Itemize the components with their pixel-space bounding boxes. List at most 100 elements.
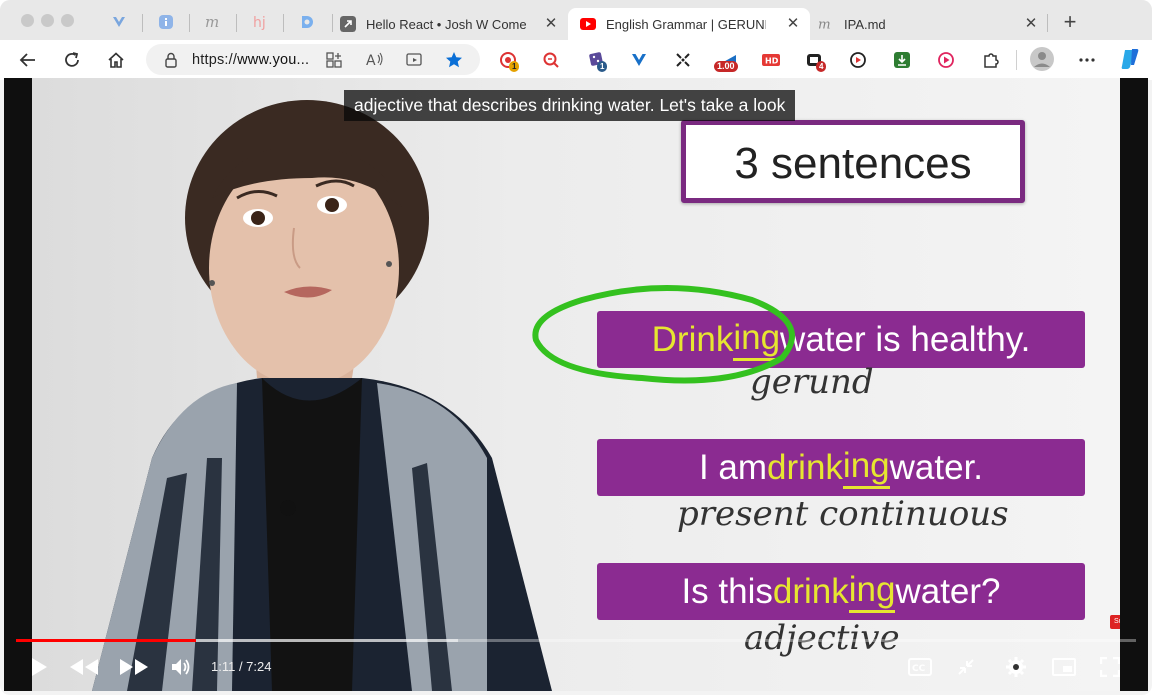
tab-hello-react[interactable]: Hello React • Josh W Comeau ✕	[340, 8, 568, 40]
browser-toolbar: https://www.you... A 1 1 1.00 HD 4	[0, 40, 1152, 80]
volume-button[interactable]	[163, 652, 199, 682]
pinned-tab-d-logo[interactable]	[287, 8, 327, 36]
sentence-text: Is this	[681, 571, 773, 611]
volume-icon	[172, 659, 190, 675]
settings-button[interactable]	[998, 652, 1034, 682]
puzzle-icon[interactable]	[980, 49, 1002, 71]
dice-extension-icon[interactable]: 1	[586, 49, 608, 72]
extension-badge: 1	[509, 61, 520, 72]
picture-in-picture-icon	[1052, 658, 1076, 676]
collapse-arrows-icon	[958, 659, 974, 675]
fast-forward-icon	[120, 659, 148, 675]
grammar-note: adjective	[744, 618, 900, 658]
reload-button[interactable]	[58, 46, 86, 74]
played-bar	[16, 639, 197, 642]
arrows-extension-icon[interactable]	[672, 49, 694, 71]
favorite-star-icon[interactable]	[445, 51, 463, 69]
record-extension-icon[interactable]: 1	[497, 49, 520, 72]
pinned-tab-info[interactable]	[146, 8, 186, 36]
subscribe-watermark[interactable]: Subscribe	[1110, 615, 1120, 629]
lock-icon	[165, 52, 177, 68]
profile-avatar[interactable]	[1030, 47, 1054, 71]
url-host: www.you...	[237, 52, 310, 68]
extension-badge: 1.00	[714, 61, 738, 72]
fullscreen-button[interactable]	[1092, 652, 1128, 682]
picture-in-picture-icon[interactable]	[406, 52, 424, 68]
time-display: 1:11 / 7:24	[211, 659, 272, 674]
arrow-left-icon	[19, 53, 35, 67]
pinned-tab-v-logo[interactable]	[99, 8, 139, 36]
copilot-icon[interactable]	[1118, 47, 1142, 71]
address-bar[interactable]: https://www.you... A	[146, 44, 480, 75]
subtitles-button[interactable]: CC	[902, 652, 938, 682]
svg-text:hj: hj	[253, 15, 266, 30]
tab-close-button[interactable]: ✕	[784, 14, 802, 32]
extension-badge: 1	[597, 61, 608, 72]
url-scheme: https://	[192, 52, 238, 68]
sentence-text: water is healthy.	[780, 319, 1031, 359]
sentence-text: water?	[895, 571, 1001, 611]
video-capture-extension-icon[interactable]	[847, 49, 869, 71]
game-extension-icon[interactable]: 4	[804, 49, 827, 72]
progress-bar[interactable]	[16, 639, 1136, 642]
speed-extension-icon[interactable]: 1.00	[714, 49, 738, 72]
picture-in-picture-button[interactable]	[1046, 652, 1082, 682]
refresh-icon	[65, 52, 79, 67]
tab-bar: m hj Hello React • Josh W Comeau ✕ Engli…	[0, 0, 1152, 40]
m-logo-icon: m	[205, 14, 219, 30]
minimize-window-button[interactable]	[41, 14, 54, 27]
tab-title: Hello React • Josh W Comeau	[366, 16, 526, 32]
back-button[interactable]	[14, 46, 42, 74]
search-zoom-extension-icon[interactable]	[540, 49, 562, 71]
close-window-button[interactable]	[21, 14, 34, 27]
hotjar-icon: hj	[253, 15, 266, 30]
tab-close-button[interactable]: ✕	[1022, 14, 1040, 32]
v-logo-extension-icon[interactable]	[628, 49, 650, 71]
miniplayer-button[interactable]	[948, 652, 984, 682]
youtube-icon	[580, 18, 596, 30]
new-tab-button[interactable]: +	[1058, 10, 1082, 34]
gear-icon	[1006, 657, 1026, 677]
grammar-note: present continuous	[677, 494, 1009, 534]
pinned-tab-hotjar[interactable]: hj	[240, 8, 280, 36]
pinned-tab-m-logo[interactable]: m	[193, 8, 233, 36]
tab-close-button[interactable]: ✕	[542, 14, 560, 32]
sentence-text: water.	[889, 447, 984, 487]
info-icon	[159, 15, 173, 29]
presenter-image	[92, 100, 552, 691]
read-aloud-icon[interactable]: A	[366, 51, 384, 68]
external-link-icon	[340, 16, 356, 32]
tab-title: English Grammar | GERUNDS in	[606, 16, 766, 32]
sentence-highlight-suffix: ing	[842, 446, 890, 489]
tab-ipa-md[interactable]: m IPA.md ✕	[818, 8, 1048, 40]
svg-text:CC: CC	[912, 664, 926, 674]
browser-window: m hj Hello React • Josh W Comeau ✕ Engli…	[0, 0, 1152, 695]
video-player[interactable]: 3 sentences Drink ing water is healthy. g…	[4, 78, 1148, 691]
extension-badge: 4	[816, 61, 827, 72]
sentence-highlight: drink	[772, 571, 849, 611]
maximize-window-button[interactable]	[61, 14, 74, 27]
home-button[interactable]	[102, 46, 130, 74]
svg-text:m: m	[818, 17, 831, 32]
download-extension-icon[interactable]	[891, 49, 913, 71]
closed-caption-text: adjective that describes drinking water.…	[344, 90, 796, 121]
svg-text:A: A	[366, 53, 376, 68]
v-logo-icon	[113, 17, 125, 27]
slide-title-box: 3 sentences	[681, 120, 1025, 203]
sentence-highlight-suffix: ing	[848, 570, 896, 613]
hd-extension-icon[interactable]: HD	[760, 49, 782, 71]
previous-button[interactable]	[66, 652, 102, 682]
svg-text:m: m	[205, 14, 219, 30]
green-circle-annotation	[532, 285, 795, 384]
url-text: https://www.you...	[192, 52, 309, 68]
tab-english-grammar[interactable]: English Grammar | GERUNDS in ✕	[568, 8, 810, 40]
play-circle-extension-icon[interactable]	[935, 49, 957, 71]
svg-text:HD: HD	[765, 57, 779, 66]
m-logo-icon: m	[818, 17, 831, 32]
next-button[interactable]	[116, 652, 152, 682]
play-button[interactable]	[21, 652, 57, 682]
more-menu-icon[interactable]	[1076, 49, 1098, 71]
rewind-icon	[70, 659, 98, 675]
fullscreen-icon	[1100, 657, 1120, 677]
app-grid-icon[interactable]	[326, 52, 342, 68]
